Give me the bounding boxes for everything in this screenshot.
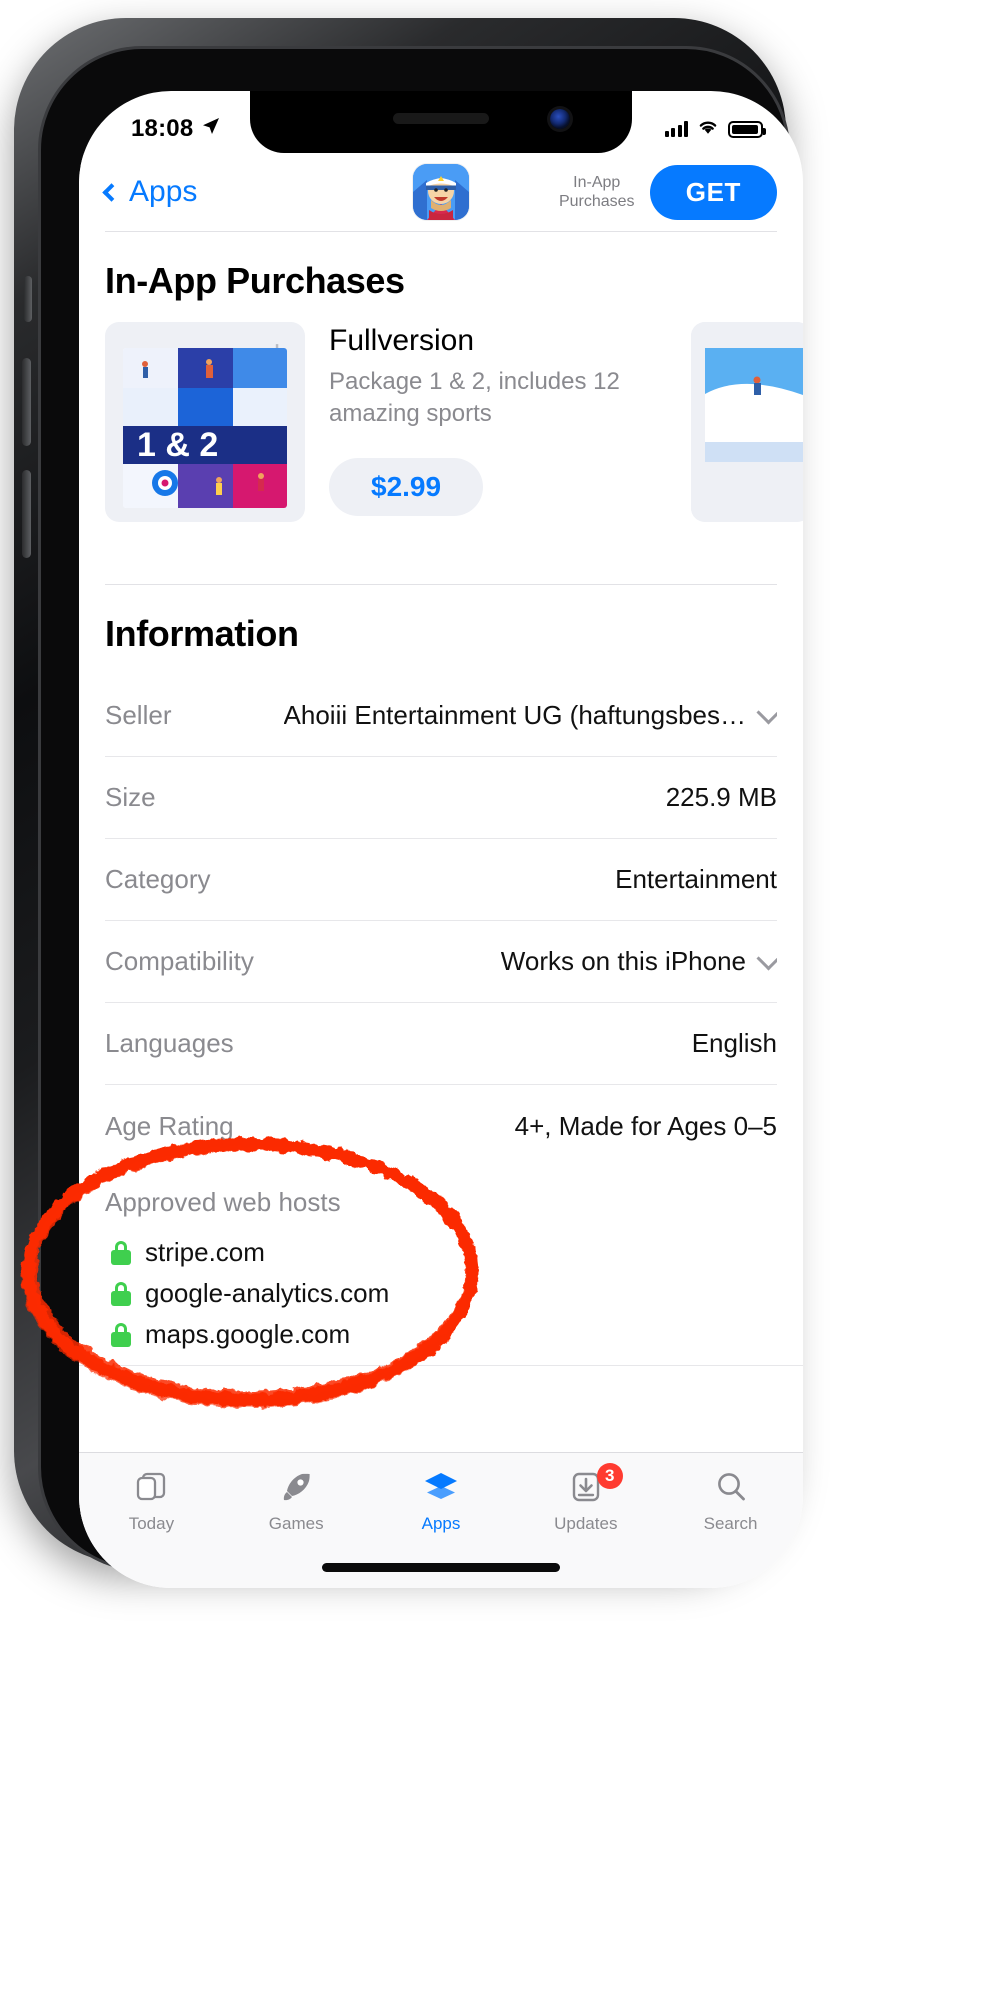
tab-label: Games bbox=[268, 1514, 324, 1533]
chevron-down-icon[interactable] bbox=[756, 700, 777, 725]
info-value-text: Works on this iPhone bbox=[500, 946, 746, 976]
info-value: Works on this iPhone bbox=[501, 946, 777, 977]
svg-text:1 & 2: 1 & 2 bbox=[137, 426, 218, 464]
info-value: 4+, Made for Ages 0–5 bbox=[514, 1110, 777, 1141]
chevron-down-icon[interactable] bbox=[756, 946, 777, 971]
get-button[interactable]: GET bbox=[649, 164, 777, 220]
list-item: stripe.com bbox=[105, 1232, 777, 1273]
home-indicator[interactable] bbox=[322, 1563, 560, 1572]
navbar-right-group: In-App Purchases GET bbox=[558, 164, 777, 220]
info-value: Ahoiii Entertainment UG (haftungsbes… bbox=[284, 700, 777, 731]
wifi-icon bbox=[697, 118, 719, 140]
in-app-purchases-badge-label: In-App Purchases bbox=[558, 173, 636, 211]
tab-label: Today bbox=[128, 1514, 175, 1533]
download-arrow-icon: 3 bbox=[569, 1463, 623, 1507]
list-item: google-analytics.com bbox=[105, 1273, 777, 1314]
approved-web-hosts-title: Approved web hosts bbox=[105, 1187, 341, 1217]
info-row-size: Size 225.9 MB bbox=[105, 757, 777, 839]
info-key: Size bbox=[105, 782, 156, 812]
in-app-purchases-list: + bbox=[79, 322, 803, 522]
today-cards-icon bbox=[134, 1467, 168, 1507]
host-name: google-analytics.com bbox=[145, 1278, 390, 1308]
layers-stack-icon bbox=[423, 1467, 459, 1507]
app-store-screen: Apps In-App Purchases GET In-App Purchas… bbox=[79, 153, 803, 1588]
info-key: Age Rating bbox=[105, 1110, 234, 1141]
info-value: 225.9 MB bbox=[665, 782, 777, 812]
chevron-left-icon bbox=[102, 182, 121, 202]
info-row-seller[interactable]: Seller Ahoiii Entertainment UG (haftungs… bbox=[105, 675, 777, 757]
volume-up-button[interactable] bbox=[22, 358, 31, 446]
info-key: Compatibility bbox=[105, 946, 254, 976]
lock-icon bbox=[111, 1240, 131, 1265]
back-button-label: Apps bbox=[129, 175, 198, 208]
updates-badge: 3 bbox=[596, 1463, 623, 1489]
tab-today[interactable]: Today bbox=[79, 1467, 224, 1534]
info-row-age-rating: Age Rating 4+, Made for Ages 0–5 bbox=[105, 1085, 777, 1167]
status-bar-time-group: 18:08 bbox=[131, 115, 221, 143]
info-row-languages: Languages English bbox=[105, 1003, 777, 1085]
iap-badge-line1: In-App bbox=[573, 174, 621, 191]
lock-icon bbox=[111, 1322, 131, 1347]
info-value: Entertainment bbox=[615, 864, 777, 894]
silent-switch[interactable] bbox=[24, 276, 32, 322]
list-item: maps.google.com bbox=[105, 1314, 777, 1355]
status-bar-time: 18:08 bbox=[131, 115, 194, 142]
tab-apps[interactable]: Apps bbox=[369, 1467, 514, 1534]
phone-device-frame: 18:08 Apps In-App Purchases GET In-App P… bbox=[14, 18, 803, 1588]
battery-icon bbox=[728, 120, 766, 138]
location-arrow-icon bbox=[201, 115, 221, 143]
lock-icon bbox=[111, 1281, 131, 1306]
info-value: English bbox=[691, 1028, 777, 1058]
iap-price-button[interactable]: $2.99 bbox=[329, 458, 484, 516]
info-row-compatibility[interactable]: Compatibility Works on this iPhone bbox=[105, 921, 777, 1003]
iap-description: Package 1 & 2, includes 12 amazing sport… bbox=[329, 368, 620, 427]
info-key: Languages bbox=[105, 1028, 234, 1058]
tab-label: Updates bbox=[554, 1514, 618, 1533]
info-value-text: Ahoiii Entertainment UG (haftungsbes… bbox=[283, 700, 746, 730]
info-row-category: Category Entertainment bbox=[105, 839, 777, 921]
rocket-icon bbox=[279, 1467, 313, 1507]
phone-bezel: 18:08 Apps In-App Purchases GET In-App P… bbox=[38, 46, 803, 1588]
iap-thumbnail-art: 1 & 2 bbox=[123, 348, 287, 508]
in-app-purchases-heading: In-App Purchases bbox=[105, 260, 405, 301]
tab-label: Apps bbox=[421, 1514, 461, 1533]
magnifier-icon bbox=[714, 1467, 748, 1507]
screenshot-root: 18:08 Apps In-App Purchases GET In-App P… bbox=[0, 0, 1000, 1999]
info-key: Category bbox=[105, 864, 211, 894]
navigation-bar: Apps In-App Purchases GET bbox=[79, 153, 803, 231]
status-bar-indicators bbox=[664, 118, 766, 140]
host-name: maps.google.com bbox=[145, 1319, 351, 1349]
back-button[interactable]: Apps bbox=[102, 175, 198, 209]
phone-screen: 18:08 Apps In-App Purchases GET In-App P… bbox=[79, 91, 803, 1588]
information-heading: Information bbox=[105, 613, 299, 654]
info-key: Seller bbox=[105, 700, 172, 730]
tab-search[interactable]: Search bbox=[658, 1467, 803, 1534]
app-icon-captain[interactable] bbox=[413, 164, 469, 220]
iap-badge-line2: Purchases bbox=[558, 193, 635, 210]
host-name: stripe.com bbox=[145, 1237, 265, 1267]
tab-label: Search bbox=[703, 1514, 758, 1533]
cellular-bars-icon bbox=[664, 121, 688, 137]
iap-thumbnail: + bbox=[105, 322, 305, 522]
tab-updates[interactable]: 3 Updates bbox=[513, 1463, 658, 1534]
iap-next-item-peek[interactable] bbox=[691, 322, 803, 522]
approved-web-hosts-section: Approved web hosts stripe.com google-ana… bbox=[79, 1167, 803, 1366]
information-rows: Seller Ahoiii Entertainment UG (haftungs… bbox=[79, 675, 803, 1167]
tab-games[interactable]: Games bbox=[224, 1467, 369, 1534]
volume-down-button[interactable] bbox=[22, 470, 31, 558]
status-bar: 18:08 bbox=[79, 91, 803, 153]
